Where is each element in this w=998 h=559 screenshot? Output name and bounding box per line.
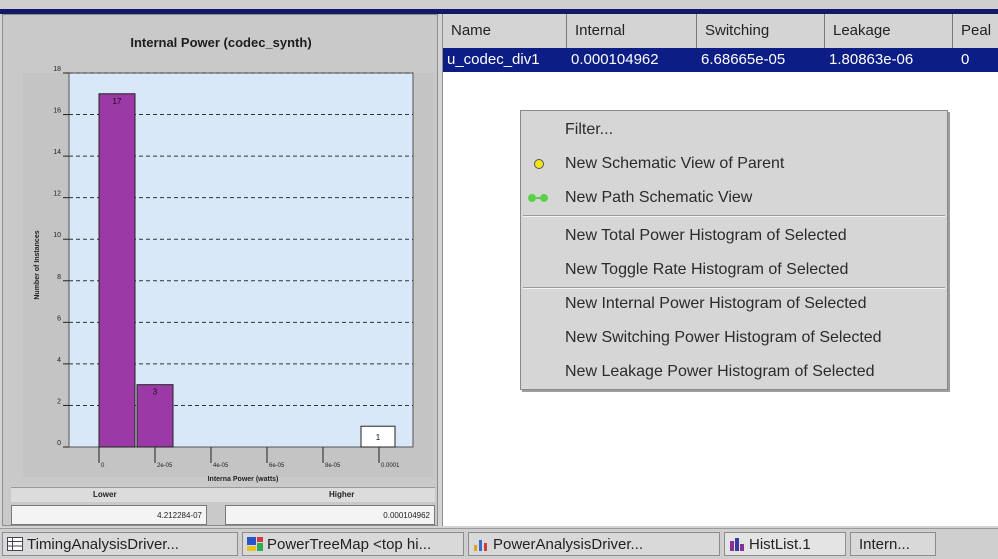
menu-item-switching-power-histogram[interactable]: New Switching Power Histogram of Selecte…: [521, 321, 947, 355]
menu-item-leakage-power-histogram[interactable]: New Leakage Power Histogram of Selected: [521, 355, 947, 389]
y-tick-label: 14: [53, 149, 61, 156]
menu-item-total-power-histogram[interactable]: New Total Power Histogram of Selected: [521, 219, 947, 253]
y-tick-label: 8: [57, 274, 61, 281]
column-header-name[interactable]: Name: [443, 14, 567, 48]
column-header-leakage[interactable]: Leakage: [825, 14, 953, 48]
menu-item-filter[interactable]: Filter...: [521, 113, 947, 147]
x-tick-label: 8e-05: [325, 463, 341, 469]
task-power-analysis-driver[interactable]: PowerAnalysisDriver...: [468, 532, 720, 556]
lower-value-field[interactable]: 4.212284-07: [11, 505, 207, 525]
y-tick-label: 10: [53, 232, 61, 239]
menu-item-toggle-rate-histogram[interactable]: New Toggle Rate Histogram of Selected: [521, 253, 947, 287]
menu-item-internal-power-histogram[interactable]: New Internal Power Histogram of Selected: [521, 287, 947, 321]
column-header-internal[interactable]: Internal: [567, 14, 697, 48]
higher-label: Higher: [329, 490, 355, 499]
y-tick-label: 16: [53, 108, 61, 115]
table-icon: [7, 537, 23, 551]
higher-value-field[interactable]: 0.000104962: [225, 505, 435, 525]
task-label: TimingAnalysisDriver...: [27, 536, 179, 553]
y-tick-label: 4: [57, 357, 61, 364]
task-timing-analysis-driver[interactable]: TimingAnalysisDriver...: [2, 532, 238, 556]
histogram-bar: [98, 93, 136, 448]
table-header: Name Internal Switching Leakage Peal: [443, 14, 998, 49]
table-row-selected[interactable]: u_codec_div1 0.000104962 6.68665e-05 1.8…: [443, 48, 998, 72]
menu-item-label: New Leakage Power Histogram of Selected: [565, 363, 875, 380]
green-path-icon: [528, 194, 548, 202]
histogram-panel: Internal Power (codec_synth) 0 2 4 6 8 10 12 14…: [2, 14, 438, 526]
menu-item-label: New Path Schematic View: [565, 189, 753, 206]
task-label: HistList.1: [749, 536, 811, 553]
column-header-switching[interactable]: Switching: [697, 14, 825, 48]
chart-icon: [474, 540, 487, 551]
histogram-icon: [730, 538, 744, 551]
task-label: PowerTreeMap <top hi...: [267, 536, 432, 553]
cell-internal: 0.000104962: [571, 51, 659, 68]
x-tick-label: 0.0001: [381, 463, 400, 469]
yellow-dot-icon: [534, 159, 544, 169]
cell-peak: 0: [961, 51, 970, 68]
bar-value-label: 3: [153, 388, 158, 397]
x-tick-label: 6e-05: [269, 463, 285, 469]
lower-label: Lower: [93, 490, 117, 499]
menu-item-path-schematic[interactable]: New Path Schematic View: [521, 181, 947, 215]
x-tick-label: 2e-05: [157, 463, 173, 469]
y-tick-label: 2: [57, 398, 61, 405]
x-tick-label: 4e-05: [213, 463, 229, 469]
cell-name: u_codec_div1: [447, 51, 540, 68]
bar-value-label: 17: [113, 97, 122, 106]
menu-item-label: New Schematic View of Parent: [565, 155, 785, 172]
menu-item-label: New Switching Power Histogram of Selecte…: [565, 329, 882, 346]
y-tick-label: 0: [57, 440, 61, 447]
taskbar: TimingAnalysisDriver... PowerTreeMap <to…: [0, 528, 998, 559]
y-tick-label: 12: [53, 191, 61, 198]
range-label-bar: Lower Higher: [11, 487, 435, 502]
bar-value-label: 1: [376, 433, 381, 442]
cell-leakage: 1.80863e-06: [829, 51, 914, 68]
treemap-icon: [247, 537, 263, 551]
histogram-chart: 024681012141618Number of Instances17310 2…: [23, 66, 433, 483]
window-top-strip: [0, 0, 998, 14]
x-axis-label: Interna Power (watts): [208, 476, 279, 483]
column-header-peak[interactable]: Peal: [953, 14, 998, 48]
y-axis-label: Number of Instances: [34, 230, 41, 299]
context-menu: Filter... New Schematic View of Parent N…: [520, 110, 948, 390]
menu-item-label: New Internal Power Histogram of Selected: [565, 295, 867, 312]
menu-separator: [523, 215, 945, 217]
y-tick-label: 6: [57, 315, 61, 322]
task-power-tree-map[interactable]: PowerTreeMap <top hi...: [242, 532, 464, 556]
y-tick-label: 18: [53, 66, 61, 73]
menu-item-label: New Total Power Histogram of Selected: [565, 227, 847, 244]
menu-item-label: New Toggle Rate Histogram of Selected: [565, 261, 849, 278]
task-internal[interactable]: Intern...: [850, 532, 936, 556]
menu-item-label: Filter...: [565, 121, 614, 138]
task-histlist[interactable]: HistList.1: [724, 532, 846, 556]
cell-switching: 6.68665e-05: [701, 51, 786, 68]
task-label: PowerAnalysisDriver...: [493, 536, 644, 553]
menu-item-schematic-parent[interactable]: New Schematic View of Parent: [521, 147, 947, 181]
task-label: Intern...: [859, 536, 910, 553]
